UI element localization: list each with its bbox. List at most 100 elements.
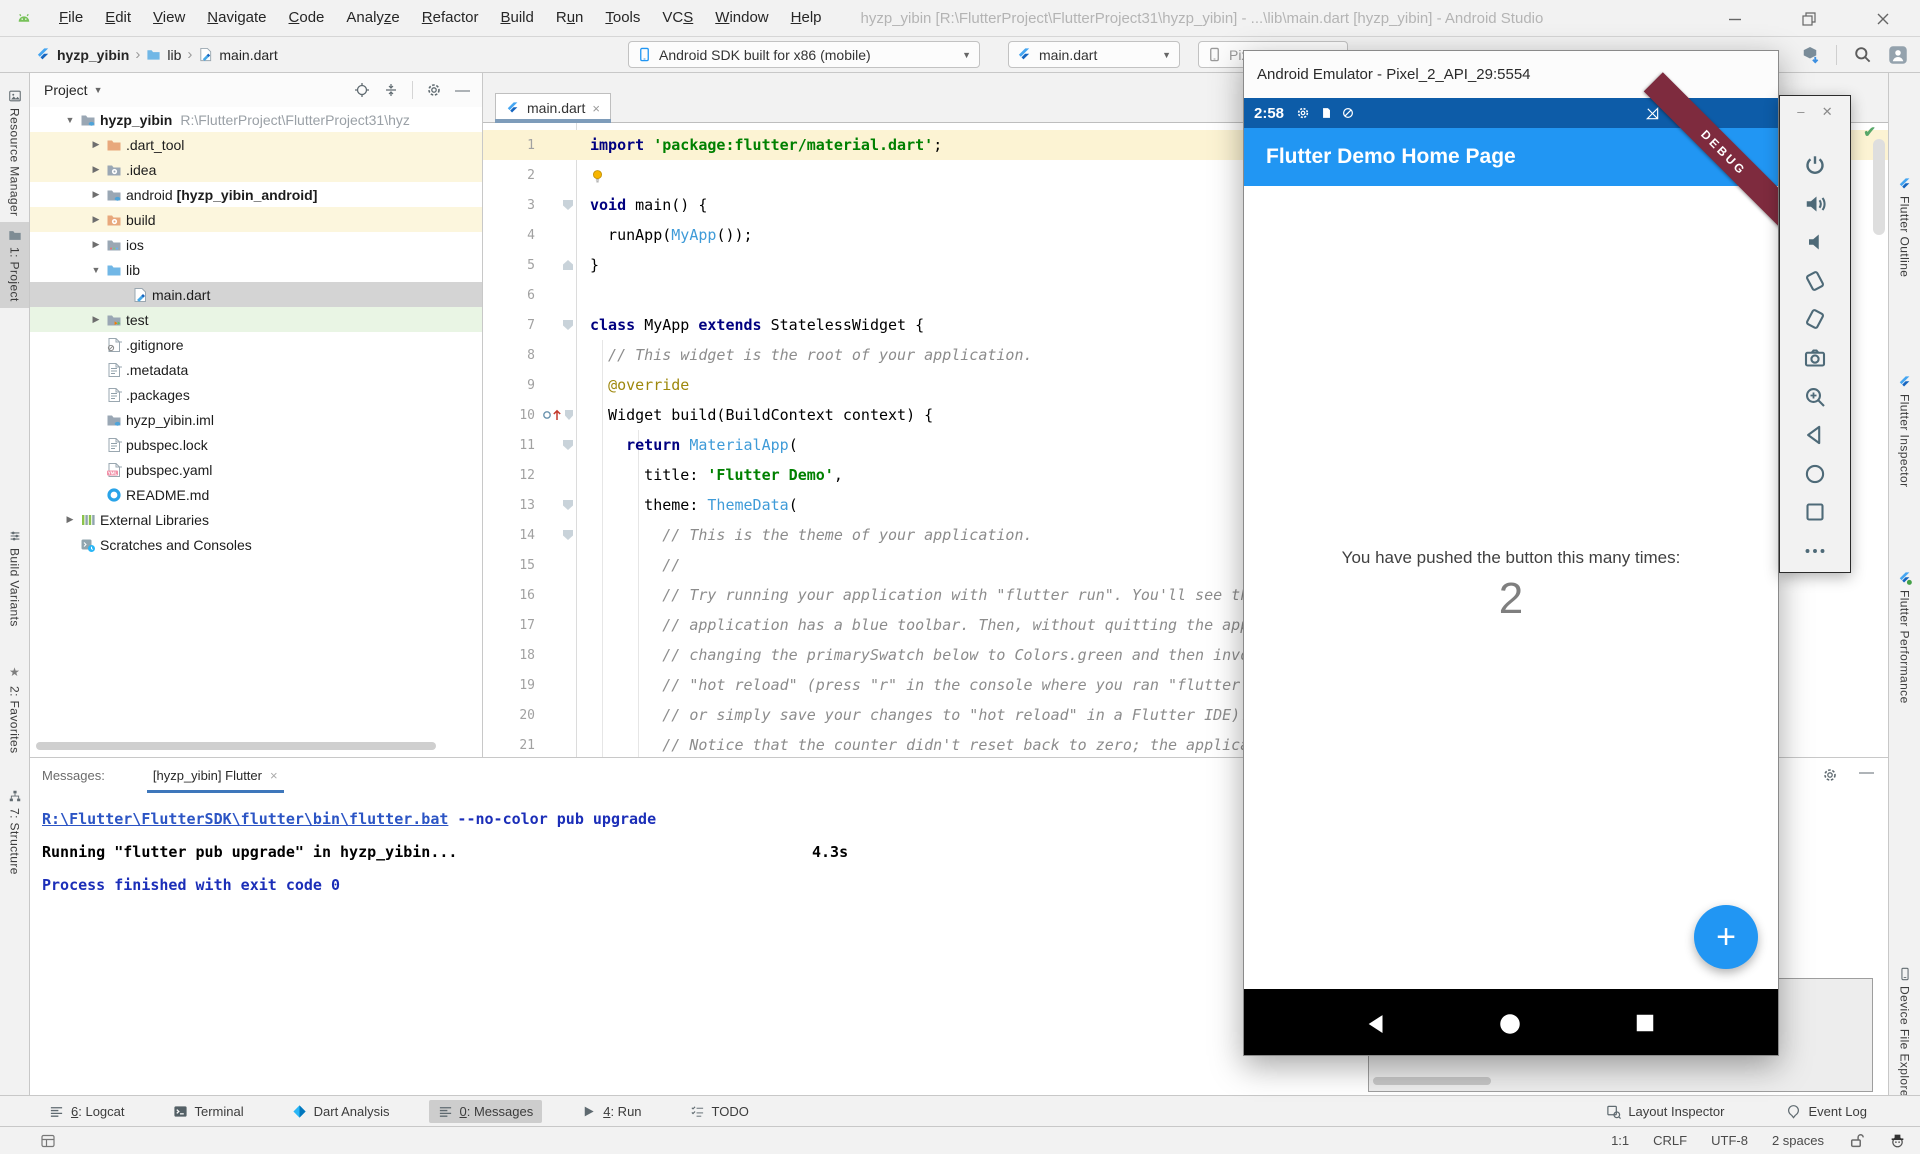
tree-item--idea[interactable]: ▶.idea xyxy=(30,157,482,182)
editor-tab-main-dart[interactable]: main.dart × xyxy=(495,93,611,122)
tool-stripe-flutter-outline[interactable]: Flutter Outline xyxy=(1889,171,1920,283)
close-icon[interactable]: × xyxy=(270,768,278,783)
horizontal-scrollbar[interactable] xyxy=(36,742,436,750)
increment-fab-button[interactable]: + xyxy=(1694,905,1758,969)
console-tab-flutter[interactable]: [hyzp_yibin] Flutter × xyxy=(147,758,284,793)
tree-item--gitignore[interactable]: .gitignore xyxy=(30,332,482,357)
fold-marker[interactable] xyxy=(563,440,573,450)
intention-bulb-icon[interactable] xyxy=(590,168,605,184)
indent-setting[interactable]: 2 spaces xyxy=(1772,1133,1824,1148)
console-link[interactable]: R:\Flutter\FlutterSDK\flutter\bin\flutte… xyxy=(42,810,448,828)
tree-item-hyzp-yibin-iml[interactable]: hyzp_yibin.iml xyxy=(30,407,482,432)
restore-button[interactable] xyxy=(1772,11,1846,27)
tree-arrow[interactable]: ▶ xyxy=(86,214,106,225)
breadcrumb-folder[interactable]: lib xyxy=(167,47,181,63)
emulator-titlebar[interactable]: Android Emulator - Pixel_2_API_29:5554 xyxy=(1244,51,1778,98)
gear-icon[interactable] xyxy=(1822,767,1838,783)
menu-code[interactable]: Code xyxy=(278,0,336,36)
fold-marker[interactable] xyxy=(565,410,573,420)
tree-arrow[interactable]: ▶ xyxy=(60,514,80,525)
zoom-in-icon[interactable] xyxy=(1803,385,1827,409)
tree-arrow[interactable]: ▶ xyxy=(86,314,106,325)
horizontal-scrollbar[interactable] xyxy=(1373,1077,1491,1085)
tree-arrow[interactable]: ▶ xyxy=(86,239,106,250)
tool-button-layout-inspector[interactable]: Layout Inspector xyxy=(1597,1100,1733,1123)
back-icon[interactable] xyxy=(1803,423,1827,447)
nav-home-icon[interactable] xyxy=(1497,1011,1523,1037)
nav-overview-icon[interactable] xyxy=(1633,1011,1657,1035)
tree-arrow[interactable]: ▼ xyxy=(60,115,80,125)
tree-arrow[interactable]: ▶ xyxy=(86,139,106,150)
override-icon[interactable] xyxy=(541,408,563,422)
collapse-all-icon[interactable] xyxy=(383,82,399,98)
tool-stripe-device-file-explorer[interactable]: Device File Explorer xyxy=(1889,961,1920,1107)
locate-icon[interactable] xyxy=(354,82,370,98)
fold-marker[interactable] xyxy=(563,200,573,210)
tree-item-readme-md[interactable]: README.md xyxy=(30,482,482,507)
overview-icon[interactable] xyxy=(1803,500,1827,524)
tool-button-0-messages[interactable]: 0: Messages xyxy=(429,1100,543,1123)
tree-item-scratches-and-consoles[interactable]: Scratches and Consoles xyxy=(30,532,482,557)
hide-icon[interactable]: — xyxy=(1859,764,1874,781)
fold-marker[interactable] xyxy=(563,320,573,330)
menu-help[interactable]: Help xyxy=(780,0,833,36)
volume-down-icon[interactable] xyxy=(1803,230,1827,254)
menu-navigate[interactable]: Navigate xyxy=(196,0,277,36)
tool-button-6-logcat[interactable]: 6: Logcat xyxy=(40,1100,134,1123)
tool-button-todo[interactable]: TODO xyxy=(681,1100,758,1123)
menu-refactor[interactable]: Refactor xyxy=(411,0,490,36)
home-icon[interactable] xyxy=(1803,462,1827,486)
minimize-button[interactable] xyxy=(1698,11,1772,27)
tree-item-pubspec-yaml[interactable]: YMLpubspec.yaml xyxy=(30,457,482,482)
tree-item-pubspec-lock[interactable]: pubspec.lock xyxy=(30,432,482,457)
tree-item-hyzp-yibin[interactable]: ▼hyzp_yibinR:\FlutterProject\FlutterProj… xyxy=(30,107,482,132)
close-button[interactable] xyxy=(1846,11,1920,27)
close-icon[interactable]: × xyxy=(592,101,600,116)
menu-vcs[interactable]: VCS xyxy=(651,0,704,36)
tree-item-lib[interactable]: ▼lib xyxy=(30,257,482,282)
tree-arrow[interactable]: ▶ xyxy=(86,164,106,175)
menu-file[interactable]: File xyxy=(48,0,94,36)
tree-item-build[interactable]: ▶build xyxy=(30,207,482,232)
menu-run[interactable]: Run xyxy=(545,0,595,36)
project-panel-title[interactable]: Project xyxy=(44,82,88,98)
power-icon[interactable] xyxy=(1803,153,1827,177)
minimize-button[interactable]: – xyxy=(1797,104,1804,120)
tool-stripe-flutter-inspector[interactable]: Flutter Inspector xyxy=(1889,369,1920,494)
gear-icon[interactable] xyxy=(426,82,442,98)
camera-icon[interactable] xyxy=(1803,346,1827,370)
inspections-ok-icon[interactable]: ✔ xyxy=(1863,123,1876,141)
tree-arrow[interactable]: ▼ xyxy=(86,265,106,275)
run-configuration-selector[interactable]: main.dart ▼ xyxy=(1008,41,1180,68)
breadcrumb-project[interactable]: hyzp_yibin xyxy=(57,47,129,63)
nav-back-icon[interactable] xyxy=(1363,1011,1389,1037)
tree-arrow[interactable]: ▶ xyxy=(86,189,106,200)
tree-item-test[interactable]: ▶test xyxy=(30,307,482,332)
caret-position[interactable]: 1:1 xyxy=(1611,1133,1629,1148)
tree-item--metadata[interactable]: .metadata xyxy=(30,357,482,382)
profile-icon[interactable] xyxy=(1888,45,1908,65)
tool-stripe-resource-manager[interactable]: Resource Manager xyxy=(0,83,29,222)
tree-item-android[interactable]: ▶android [hyzp_yibin_android] xyxy=(30,182,482,207)
tree-item-ios[interactable]: ▶ios xyxy=(30,232,482,257)
tool-stripe-flutter-performance[interactable]: Flutter Performance xyxy=(1889,565,1920,710)
menu-build[interactable]: Build xyxy=(489,0,544,36)
volume-up-icon[interactable] xyxy=(1803,192,1827,216)
tool-stripe-2-favorites[interactable]: ★2: Favorites xyxy=(0,657,29,760)
tree-item--dart-tool[interactable]: ▶.dart_tool xyxy=(30,132,482,157)
tree-item-external-libraries[interactable]: ▶External Libraries xyxy=(30,507,482,532)
sdk-manager-icon[interactable] xyxy=(1800,45,1820,65)
fold-marker[interactable] xyxy=(563,530,573,540)
menu-edit[interactable]: Edit xyxy=(94,0,142,36)
tool-button-dart-analysis[interactable]: Dart Analysis xyxy=(283,1100,399,1123)
more-icon[interactable] xyxy=(1803,539,1827,563)
window-layout-icon[interactable] xyxy=(40,1133,56,1149)
fold-marker[interactable] xyxy=(563,500,573,510)
rotate-left-icon[interactable] xyxy=(1803,269,1827,293)
breadcrumb-file[interactable]: main.dart xyxy=(219,47,277,63)
device-selector[interactable]: Android SDK built for x86 (mobile) ▼ xyxy=(628,41,980,68)
hide-icon[interactable]: — xyxy=(455,82,470,99)
lock-icon[interactable] xyxy=(1848,1132,1865,1149)
tree-item--packages[interactable]: .packages xyxy=(30,382,482,407)
file-encoding[interactable]: UTF-8 xyxy=(1711,1133,1748,1148)
